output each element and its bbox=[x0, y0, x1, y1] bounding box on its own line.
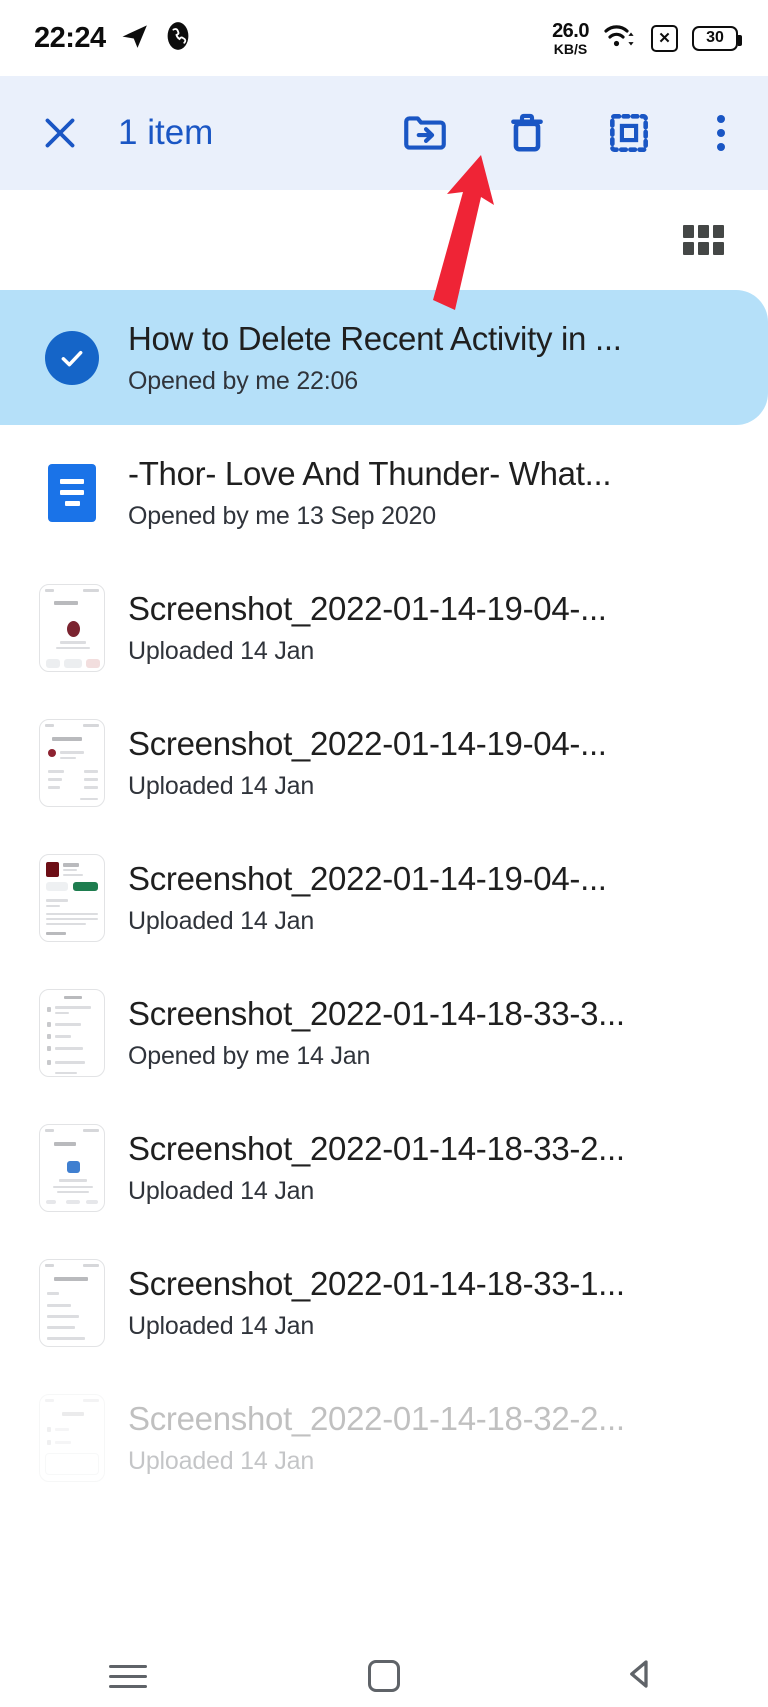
item-icon-cell bbox=[22, 1393, 122, 1482]
file-name: Screenshot_2022-01-14-18-32-2... bbox=[128, 1399, 625, 1437]
call-icon bbox=[164, 21, 192, 56]
delete-button[interactable] bbox=[500, 106, 554, 160]
item-icon-cell bbox=[22, 1123, 122, 1212]
status-bar: 22:24 26.0 KB/S ✕ 30 bbox=[0, 0, 768, 76]
google-docs-icon bbox=[48, 463, 96, 522]
network-speed-unit: KB/S bbox=[553, 40, 588, 57]
file-name: How to Delete Recent Activity in ... bbox=[128, 319, 622, 357]
image-thumbnail bbox=[39, 1258, 105, 1347]
sim-x-icon: ✕ bbox=[651, 24, 678, 52]
file-list: How to Delete Recent Activity in ... Ope… bbox=[0, 290, 768, 1505]
item-meta: Screenshot_2022-01-14-18-32-2... Uploade… bbox=[122, 1399, 752, 1476]
close-selection-button[interactable] bbox=[30, 103, 90, 163]
status-bar-left: 22:24 bbox=[34, 21, 192, 56]
file-name: Screenshot_2022-01-14-19-04-... bbox=[128, 589, 607, 627]
file-name: Screenshot_2022-01-14-18-33-1... bbox=[128, 1264, 625, 1302]
wifi-icon bbox=[603, 22, 637, 55]
system-navigation-bar bbox=[0, 1645, 768, 1707]
file-name: Screenshot_2022-01-14-19-04-... bbox=[128, 859, 607, 897]
more-options-button[interactable] bbox=[704, 106, 738, 160]
file-subtitle: Opened by me 13 Sep 2020 bbox=[128, 502, 436, 531]
item-meta: -Thor- Love And Thunder- What... Opened … bbox=[122, 454, 752, 531]
item-meta: Screenshot_2022-01-14-19-04-... Uploaded… bbox=[122, 724, 752, 801]
file-name: -Thor- Love And Thunder- What... bbox=[128, 454, 612, 492]
dot bbox=[717, 143, 725, 151]
dot bbox=[717, 115, 725, 123]
dot bbox=[717, 129, 725, 137]
file-subtitle: Uploaded 14 Jan bbox=[128, 772, 315, 801]
file-subtitle: Uploaded 14 Jan bbox=[128, 1177, 315, 1206]
move-to-folder-button[interactable] bbox=[398, 106, 452, 160]
battery-icon: 30 bbox=[692, 25, 742, 51]
home-button[interactable] bbox=[324, 1646, 444, 1706]
file-subtitle: Opened by me 22:06 bbox=[128, 367, 358, 396]
check-circle-icon bbox=[45, 330, 99, 385]
item-meta: Screenshot_2022-01-14-18-33-3... Opened … bbox=[122, 994, 752, 1071]
image-thumbnail bbox=[39, 1393, 105, 1482]
recents-icon bbox=[109, 1664, 147, 1688]
item-icon-cell bbox=[22, 463, 122, 522]
file-subtitle: Uploaded 14 Jan bbox=[128, 637, 315, 666]
grid-view-icon[interactable] bbox=[683, 225, 724, 255]
status-clock: 22:24 bbox=[34, 21, 106, 54]
item-icon-cell bbox=[22, 988, 122, 1077]
item-meta: Screenshot_2022-01-14-19-04-... Uploaded… bbox=[122, 589, 752, 666]
file-subtitle: Opened by me 14 Jan bbox=[128, 1042, 371, 1071]
recents-button[interactable] bbox=[68, 1646, 188, 1706]
item-meta: How to Delete Recent Activity in ... Ope… bbox=[122, 319, 752, 396]
list-item[interactable]: How to Delete Recent Activity in ... Ope… bbox=[0, 290, 768, 425]
network-speed-indicator: 26.0 KB/S bbox=[552, 21, 589, 56]
list-item[interactable]: Screenshot_2022-01-14-18-33-3... Opened … bbox=[0, 965, 768, 1100]
image-thumbnail bbox=[39, 988, 105, 1077]
file-subtitle: Uploaded 14 Jan bbox=[128, 1312, 315, 1341]
item-icon-cell bbox=[22, 583, 122, 672]
network-speed-value: 26.0 bbox=[552, 19, 589, 42]
list-item[interactable]: Screenshot_2022-01-14-19-04-... Uploaded… bbox=[0, 830, 768, 965]
selection-toolbar: 1 item bbox=[0, 76, 768, 190]
list-item[interactable]: Screenshot_2022-01-14-19-04-... Uploaded… bbox=[0, 560, 768, 695]
image-thumbnail bbox=[39, 1123, 105, 1212]
item-icon-cell bbox=[22, 330, 122, 385]
item-icon-cell bbox=[22, 1258, 122, 1347]
image-thumbnail bbox=[39, 583, 105, 672]
item-icon-cell bbox=[22, 853, 122, 942]
image-thumbnail bbox=[39, 853, 105, 942]
list-item[interactable]: Screenshot_2022-01-14-19-04-... Uploaded… bbox=[0, 695, 768, 830]
toolbar-actions bbox=[398, 106, 738, 160]
phone-screen: 22:24 26.0 KB/S ✕ 30 1 item How to Delet… bbox=[0, 0, 768, 1707]
list-item[interactable]: -Thor- Love And Thunder- What... Opened … bbox=[0, 425, 768, 560]
battery-level: 30 bbox=[706, 29, 724, 46]
file-name: Screenshot_2022-01-14-18-33-2... bbox=[128, 1129, 625, 1167]
selection-count-label: 1 item bbox=[118, 113, 214, 152]
list-item[interactable]: Screenshot_2022-01-14-18-33-2... Uploade… bbox=[0, 1100, 768, 1235]
file-name: Screenshot_2022-01-14-19-04-... bbox=[128, 724, 607, 762]
home-icon bbox=[368, 1660, 400, 1692]
select-all-button[interactable] bbox=[602, 106, 656, 160]
telegram-send-icon bbox=[120, 21, 150, 56]
file-subtitle: Uploaded 14 Jan bbox=[128, 1447, 315, 1476]
item-meta: Screenshot_2022-01-14-18-33-1... Uploade… bbox=[122, 1264, 752, 1341]
view-options-row bbox=[0, 190, 768, 290]
back-icon bbox=[622, 1656, 658, 1697]
file-subtitle: Uploaded 14 Jan bbox=[128, 907, 315, 936]
file-name: Screenshot_2022-01-14-18-33-3... bbox=[128, 994, 625, 1032]
item-meta: Screenshot_2022-01-14-19-04-... Uploaded… bbox=[122, 859, 752, 936]
image-thumbnail bbox=[39, 718, 105, 807]
back-button[interactable] bbox=[580, 1646, 700, 1706]
item-meta: Screenshot_2022-01-14-18-33-2... Uploade… bbox=[122, 1129, 752, 1206]
list-item[interactable]: Screenshot_2022-01-14-18-32-2... Uploade… bbox=[0, 1370, 768, 1505]
status-bar-right: 26.0 KB/S ✕ 30 bbox=[552, 21, 742, 56]
list-item[interactable]: Screenshot_2022-01-14-18-33-1... Uploade… bbox=[0, 1235, 768, 1370]
item-icon-cell bbox=[22, 718, 122, 807]
